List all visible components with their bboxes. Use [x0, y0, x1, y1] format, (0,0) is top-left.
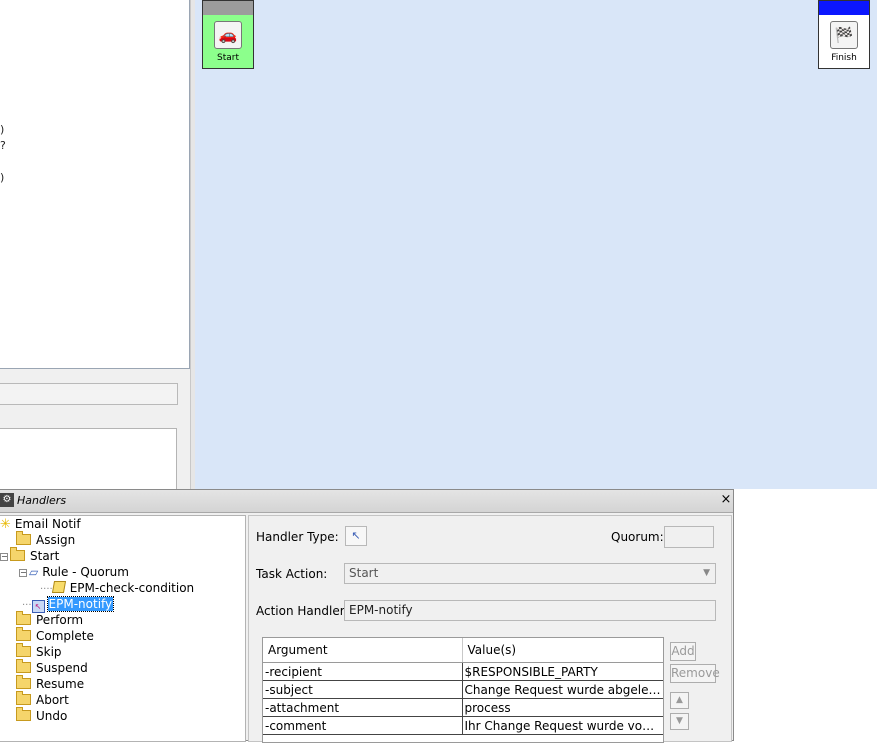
start-node[interactable]: 🚗 Start — [202, 0, 254, 69]
tree-item-label: EPM-check-condition — [69, 581, 195, 595]
handler-tree: ✳ Email Notif Assign − Start − ▱ Rule - Quor… — [0, 515, 246, 742]
text-fragment: ) — [0, 123, 5, 136]
tree-root[interactable]: ✳ Email Notif — [0, 516, 82, 532]
handlers-dialog: ⚙ Handlers × ✳ Email Notif Assign − Start … — [0, 489, 734, 743]
collapse-icon[interactable]: − — [0, 553, 8, 561]
move-up-button[interactable]: ▲ — [670, 692, 689, 709]
left-text-area[interactable] — [0, 428, 177, 490]
left-text-field[interactable] — [0, 383, 178, 405]
text-fragment: ? — [0, 139, 6, 152]
condition-icon — [51, 581, 66, 593]
tree-item-suspend[interactable]: Suspend — [16, 659, 89, 676]
argument-cell[interactable]: -attachment — [263, 698, 463, 717]
tree-item-label: Email Notif — [14, 517, 81, 531]
column-header-argument[interactable]: Argument — [263, 638, 463, 663]
folder-icon — [16, 627, 31, 641]
handler-properties-panel: Handler Type: ↖ Quorum: Task Action: Sta… — [248, 515, 732, 743]
tree-item-check-condition[interactable]: ···· EPM-check-condition — [40, 580, 195, 596]
table-row[interactable]: -attachment process — [263, 698, 663, 717]
folder-icon — [16, 707, 31, 721]
start-node-band — [203, 1, 253, 15]
folder-icon — [10, 547, 25, 561]
folder-icon — [16, 691, 31, 705]
quorum-input[interactable] — [664, 526, 714, 548]
tree-item-label: Rule - Quorum — [42, 565, 129, 579]
argument-cell[interactable]: -comment — [263, 716, 463, 735]
folder-icon — [16, 659, 31, 673]
task-action-label: Task Action: — [256, 567, 328, 581]
tree-item-epm-notify[interactable]: ··· ↖ EPM-notify — [22, 596, 115, 613]
value-cell[interactable]: process — [462, 698, 663, 717]
finish-node[interactable]: 🏁 Finish — [818, 0, 870, 69]
tree-item-complete[interactable]: Complete — [16, 627, 95, 644]
tree-item-label: Perform — [36, 613, 84, 627]
tree-item-label: Suspend — [36, 661, 88, 675]
folder-icon — [16, 675, 31, 689]
tree-item-label: Complete — [36, 629, 94, 643]
arrow-down-icon: ▼ — [676, 716, 683, 726]
task-action-value: Start — [349, 566, 379, 580]
tree-item-label: Resume — [36, 677, 85, 691]
tree-item-abort[interactable]: Abort — [16, 691, 70, 708]
car-icon: 🚗 — [214, 21, 242, 49]
arrow-up-icon: ▲ — [676, 695, 683, 705]
folder-icon — [16, 611, 31, 625]
star-icon: ✳ — [0, 517, 11, 532]
handler-type-label: Handler Type: — [256, 530, 339, 544]
finish-node-label: Finish — [831, 53, 857, 63]
template-tree-panel: ) ? ) — [0, 0, 190, 369]
tree-item-label: Assign — [36, 533, 76, 547]
table-row[interactable]: -comment Ihr Change Request wurde von de… — [263, 716, 663, 735]
start-node-label: Start — [217, 53, 239, 63]
handler-type-button[interactable]: ↖ — [345, 526, 367, 546]
rule-icon: ▱ — [29, 565, 39, 579]
table-row[interactable]: -recipient $RESPONSIBLE_PARTY — [263, 662, 663, 681]
move-down-button[interactable]: ▼ — [670, 713, 689, 730]
tree-item-resume[interactable]: Resume — [16, 675, 85, 692]
action-handler-field: EPM-notify — [344, 600, 716, 621]
folder-icon — [16, 531, 31, 545]
finish-node-band — [819, 1, 869, 15]
tree-item-start[interactable]: − Start — [0, 547, 60, 564]
tree-item-label: Undo — [36, 709, 68, 723]
checkered-flag-car-icon: 🏁 — [830, 21, 858, 49]
action-handler-label: Action Handler: — [256, 604, 349, 618]
quorum-label: Quorum: — [611, 530, 664, 544]
tree-item-label: EPM-notify — [46, 596, 115, 612]
task-action-select[interactable]: Start ▼ — [344, 563, 716, 584]
value-cell[interactable]: Change Request wurde abgelehnt — [462, 680, 663, 699]
chevron-down-icon: ▼ — [703, 568, 710, 578]
tree-item-rule-quorum[interactable]: − ▱ Rule - Quorum — [19, 564, 130, 580]
tree-item-label: Start — [30, 549, 60, 563]
folder-icon — [16, 643, 31, 657]
text-fragment: ) — [0, 171, 5, 184]
column-header-values[interactable]: Value(s) — [462, 638, 663, 663]
tree-item-perform[interactable]: Perform — [16, 611, 84, 628]
tree-item-assign[interactable]: Assign — [16, 531, 76, 548]
value-cell[interactable]: $RESPONSIBLE_PARTY — [462, 662, 663, 681]
add-button[interactable]: Add — [670, 642, 696, 661]
table-row[interactable]: -subject Change Request wurde abgelehnt — [263, 680, 663, 699]
tree-item-label: Abort — [36, 693, 69, 707]
workflow-canvas[interactable] — [195, 0, 877, 489]
arguments-table: Argument Value(s) -recipient $RESPONSIBL… — [262, 637, 664, 743]
tree-item-skip[interactable]: Skip — [16, 643, 63, 660]
collapse-icon[interactable]: − — [19, 569, 27, 577]
tree-item-label: Skip — [36, 645, 62, 659]
remove-button[interactable]: Remove — [670, 664, 720, 683]
argument-cell[interactable]: -subject — [263, 680, 463, 699]
value-cell[interactable]: Ihr Change Request wurde von der ... — [462, 716, 663, 735]
table-header-row: Argument Value(s) — [263, 638, 663, 663]
argument-cell[interactable]: -recipient — [263, 662, 463, 681]
handlers-app-icon: ⚙ — [0, 493, 14, 507]
tree-item-undo[interactable]: Undo — [16, 707, 68, 724]
dialog-title: Handlers — [17, 494, 67, 507]
dialog-title-bar[interactable]: ⚙ Handlers × — [0, 490, 733, 513]
close-icon[interactable]: × — [720, 492, 732, 507]
